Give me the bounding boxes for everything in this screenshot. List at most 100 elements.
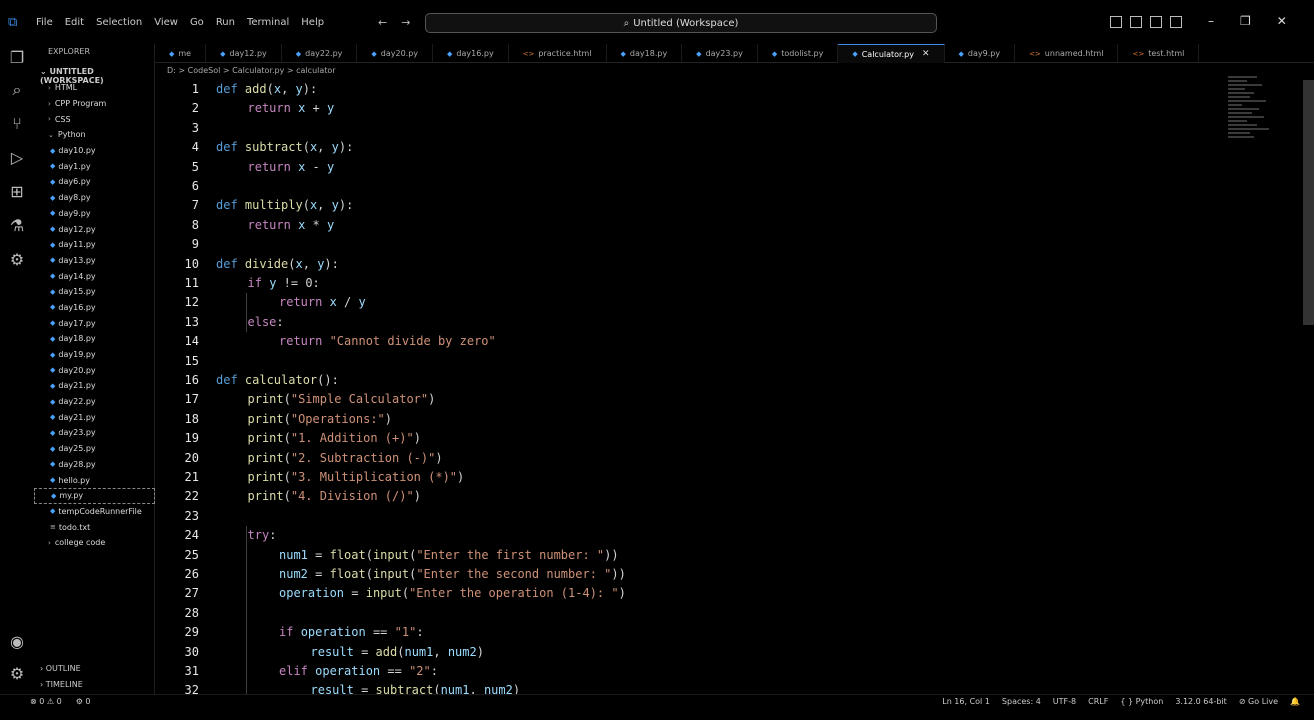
status-right-item[interactable]: 🔔: [1290, 697, 1300, 706]
forward-arrow-icon[interactable]: →: [401, 16, 410, 29]
tree-item-label: day11.py: [58, 240, 96, 250]
menu-item-file[interactable]: File: [36, 17, 53, 28]
toggle-sidebar-icon[interactable]: [1110, 16, 1122, 28]
outline-section[interactable]: › OUTLINE: [40, 664, 81, 673]
close-icon[interactable]: ✕: [1277, 14, 1287, 28]
status-right-item[interactable]: Spaces: 4: [1002, 697, 1041, 706]
menu-item-run[interactable]: Run: [216, 17, 235, 28]
tree-item[interactable]: ◆ day19.py: [34, 347, 155, 363]
status-right-item[interactable]: ⊘ Go Live: [1239, 697, 1278, 706]
tree-item[interactable]: ◆ day9.py: [34, 206, 155, 222]
tree-item[interactable]: ◆ day17.py: [34, 315, 155, 331]
tab-test-html[interactable]: <> test.html: [1118, 44, 1200, 63]
tree-item[interactable]: ◆ day21.py: [34, 378, 155, 394]
tab-day18-py[interactable]: ◆ day18.py: [607, 44, 683, 63]
code-token: (: [266, 82, 274, 96]
tree-item[interactable]: ◆ day21.py: [34, 409, 155, 425]
indent-guide: [245, 526, 247, 694]
tree-item[interactable]: ◆ day16.py: [34, 300, 155, 316]
tree-item[interactable]: ◆ day12.py: [34, 221, 155, 237]
code-text: else:: [248, 313, 284, 332]
editor-scrollbar[interactable]: [1303, 80, 1314, 325]
tree-item[interactable]: ⌄ Python: [34, 127, 155, 143]
customize-layout-icon[interactable]: [1170, 16, 1182, 28]
tree-item[interactable]: ◆ day22.py: [34, 394, 155, 410]
tree-item[interactable]: ◆ day20.py: [34, 362, 155, 378]
menu-item-terminal[interactable]: Terminal: [247, 17, 289, 28]
tree-item[interactable]: › HTML: [34, 80, 155, 96]
tab-calculator-py[interactable]: ◆ Calculator.py ✕: [838, 44, 945, 63]
tab-day12-py[interactable]: ◆ day12.py: [206, 44, 282, 63]
tree-item-label: my.py: [59, 491, 84, 501]
menu-item-view[interactable]: View: [154, 17, 178, 28]
run-debug-icon[interactable]: ▷: [7, 148, 27, 168]
account-icon[interactable]: ◉: [7, 632, 27, 652]
status-right-item[interactable]: UTF-8: [1053, 697, 1076, 706]
code-editor[interactable]: 1 def add(x, y): 2 return x + y 3 4 def subtra…: [155, 80, 1314, 694]
tab-practice-html[interactable]: <> practice.html: [509, 44, 607, 63]
close-tab-icon[interactable]: ✕: [922, 49, 930, 59]
explorer-icon[interactable]: ❐: [7, 48, 27, 68]
tree-item[interactable]: ◆ day25.py: [34, 441, 155, 457]
code-line: 26 num2 = float(input("Enter the second n…: [155, 565, 1205, 584]
tree-item[interactable]: ◆ day10.py: [34, 143, 155, 159]
tab-day9-py[interactable]: ◆ day9.py: [945, 44, 1016, 63]
menu-item-go[interactable]: Go: [190, 17, 204, 28]
tree-item-label: day8.py: [58, 193, 91, 203]
breadcrumb[interactable]: D: > CodeSol > Calculator.py > calculato…: [167, 66, 336, 75]
tab-day22-py[interactable]: ◆ day22.py: [282, 44, 358, 63]
tree-item-label: tempCodeRunnerFile: [58, 506, 142, 516]
extensions-icon[interactable]: ⊞: [7, 182, 27, 202]
testing-icon[interactable]: ⚗: [7, 216, 27, 236]
maximize-icon[interactable]: ❐: [1240, 14, 1251, 28]
back-arrow-icon[interactable]: ←: [378, 16, 387, 29]
tab-todolist-py[interactable]: ◆ todolist.py: [758, 44, 839, 63]
python-file-icon: ◆: [50, 272, 56, 281]
minimize-icon[interactable]: –: [1208, 14, 1214, 28]
manage-gear-icon[interactable]: ⚙: [7, 664, 27, 684]
tree-item[interactable]: ≡ todo.txt: [34, 519, 155, 535]
status-right-item[interactable]: 3.12.0 64-bit: [1175, 697, 1227, 706]
tree-item[interactable]: ◆ day15.py: [34, 284, 155, 300]
search-icon[interactable]: ⌕: [7, 80, 27, 100]
tree-item[interactable]: ◆ day18.py: [34, 331, 155, 347]
toggle-secondary-sidebar-icon[interactable]: [1150, 16, 1162, 28]
status-right-item[interactable]: CRLF: [1088, 697, 1108, 706]
line-number: 3: [191, 120, 199, 135]
tree-item[interactable]: ◆ hello.py: [34, 472, 155, 488]
tree-item[interactable]: ◆ tempCodeRunnerFile: [34, 504, 155, 520]
minimap[interactable]: [1228, 76, 1276, 146]
tab-unnamed-html[interactable]: <> unnamed.html: [1015, 44, 1119, 63]
tree-item[interactable]: ◆ day14.py: [34, 268, 155, 284]
tree-item[interactable]: › CSS: [34, 111, 155, 127]
tab-day20-py[interactable]: ◆ day20.py: [357, 44, 434, 63]
menu-item-selection[interactable]: Selection: [96, 17, 142, 28]
tab-day23-py[interactable]: ◆ day23.py: [682, 44, 758, 63]
tree-item[interactable]: ◆ day1.py: [34, 158, 155, 174]
code-token: operation: [279, 586, 345, 601]
status-left-item[interactable]: ⚙ 0: [76, 697, 91, 706]
timeline-section[interactable]: › TIMELINE: [40, 680, 83, 689]
tree-item[interactable]: ◆ day8.py: [34, 190, 155, 206]
tree-item[interactable]: › CPP Program: [34, 96, 155, 112]
tab-day16-py[interactable]: ◆ day16.py: [433, 44, 509, 63]
copilot-icon[interactable]: ⚙: [7, 250, 27, 270]
status-right-item[interactable]: { } Python: [1120, 697, 1163, 706]
command-center-search[interactable]: ⌕ Untitled (Workspace): [425, 13, 937, 33]
tree-item[interactable]: › college code: [34, 535, 155, 551]
tree-item[interactable]: ◆ day23.py: [34, 425, 155, 441]
menu-item-help[interactable]: Help: [301, 17, 324, 28]
tree-item[interactable]: ◆ day11.py: [34, 237, 155, 253]
tree-item-label: todo.txt: [58, 522, 91, 532]
toggle-panel-icon[interactable]: [1130, 16, 1142, 28]
menu-item-edit[interactable]: Edit: [65, 17, 84, 28]
tree-item[interactable]: ◆ day13.py: [34, 253, 155, 269]
tree-item[interactable]: ◆ my.py: [34, 487, 155, 504]
status-left-item[interactable]: ⊗ 0 ⚠ 0: [30, 697, 62, 706]
tab-me[interactable]: ◆ me: [155, 44, 207, 63]
tree-item[interactable]: ◆ day28.py: [34, 457, 155, 473]
status-right-item[interactable]: Ln 16, Col 1: [942, 697, 990, 706]
tab-label: day12.py: [229, 49, 267, 58]
source-control-icon[interactable]: ⑂: [7, 114, 27, 134]
tree-item[interactable]: ◆ day6.py: [34, 174, 155, 190]
